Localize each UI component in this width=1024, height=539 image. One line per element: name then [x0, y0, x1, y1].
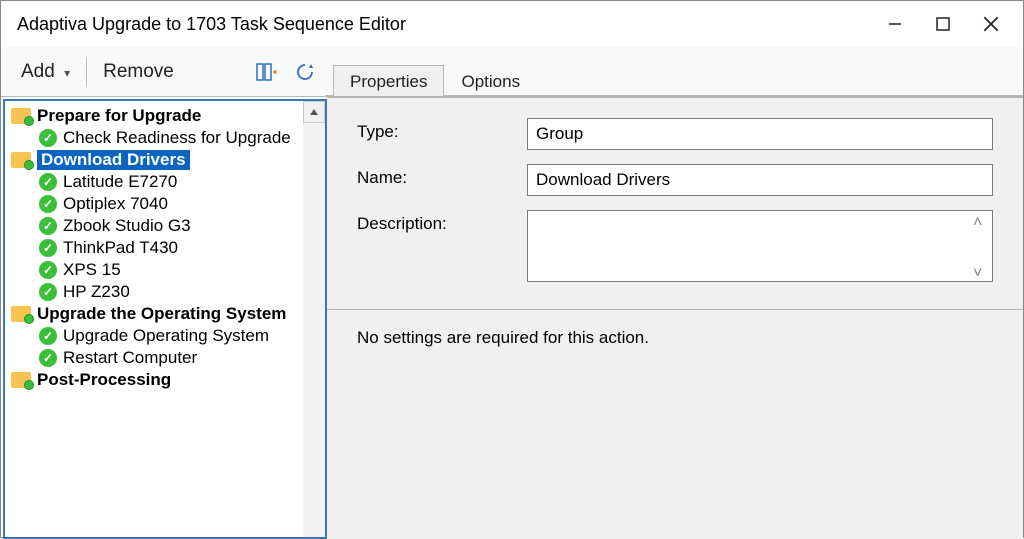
step-zbook-studio-g3[interactable]: ✓ Zbook Studio G3: [11, 215, 325, 237]
step-restart-computer[interactable]: ✓ Restart Computer: [11, 347, 325, 369]
check-icon: ✓: [39, 239, 57, 257]
step-hp-z230[interactable]: ✓ HP Z230: [11, 281, 325, 303]
tree-expand-icon[interactable]: [253, 58, 281, 86]
minimize-button[interactable]: [871, 5, 919, 43]
properties-panel: Type: Name: Description: ˄ ˅ No settings…: [327, 97, 1023, 539]
titlebar: Adaptiva Upgrade to 1703 Task Sequence E…: [1, 1, 1023, 47]
check-icon: ✓: [39, 195, 57, 213]
main: Prepare for Upgrade ✓ Check Readiness fo…: [1, 97, 1023, 539]
tab-options[interactable]: Options: [444, 65, 537, 96]
tab-options-label: Options: [461, 72, 520, 91]
step-check-readiness[interactable]: ✓ Check Readiness for Upgrade: [11, 127, 325, 149]
name-field[interactable]: [527, 164, 993, 196]
group-prepare-for-upgrade[interactable]: Prepare for Upgrade: [11, 105, 325, 127]
check-icon: ✓: [39, 173, 57, 191]
tab-properties[interactable]: Properties: [333, 65, 444, 96]
folder-icon: [11, 372, 31, 388]
folder-icon: [11, 306, 31, 322]
description-label: Description:: [357, 210, 527, 234]
window-title: Adaptiva Upgrade to 1703 Task Sequence E…: [17, 14, 871, 35]
tree-scrollbar[interactable]: [303, 101, 325, 537]
step-label: HP Z230: [63, 282, 130, 302]
maximize-button[interactable]: [919, 5, 967, 43]
step-label: Zbook Studio G3: [63, 216, 191, 236]
check-icon: ✓: [39, 129, 57, 147]
group-upgrade-os[interactable]: Upgrade the Operating System: [11, 303, 325, 325]
type-label: Type:: [357, 118, 527, 142]
step-latitude-e7270[interactable]: ✓ Latitude E7270: [11, 171, 325, 193]
name-label: Name:: [357, 164, 527, 188]
step-label: Latitude E7270: [63, 172, 177, 192]
step-label: XPS 15: [63, 260, 121, 280]
step-optiplex-7040[interactable]: ✓ Optiplex 7040: [11, 193, 325, 215]
group-label: Prepare for Upgrade: [37, 106, 201, 126]
info-text: No settings are required for this action…: [327, 310, 1023, 366]
group-label: Upgrade the Operating System: [37, 304, 286, 324]
remove-label: Remove: [103, 61, 174, 82]
refresh-icon[interactable]: [291, 58, 319, 86]
group-label: Download Drivers: [37, 150, 190, 170]
group-download-drivers[interactable]: Download Drivers: [11, 149, 325, 171]
step-label: ThinkPad T430: [63, 238, 178, 258]
close-button[interactable]: [967, 5, 1015, 43]
folder-icon: [11, 152, 31, 168]
add-label: Add: [21, 61, 55, 82]
check-icon: ✓: [39, 327, 57, 345]
remove-button[interactable]: Remove: [93, 55, 184, 89]
tabs: Properties Options: [325, 47, 1023, 96]
check-icon: ✓: [39, 261, 57, 279]
tab-properties-label: Properties: [350, 72, 427, 91]
scroll-up-icon[interactable]: [303, 101, 325, 123]
task-sequence-tree[interactable]: Prepare for Upgrade ✓ Check Readiness fo…: [3, 99, 327, 539]
chevron-down-icon: ▾: [64, 66, 70, 80]
group-post-processing[interactable]: Post-Processing: [11, 369, 325, 391]
step-label: Restart Computer: [63, 348, 197, 368]
check-icon: ✓: [39, 283, 57, 301]
description-field[interactable]: [527, 210, 993, 282]
group-label: Post-Processing: [37, 370, 171, 390]
type-field: [527, 118, 993, 150]
step-label: Check Readiness for Upgrade: [63, 128, 291, 148]
folder-icon: [11, 108, 31, 124]
toolbar-separator: [86, 58, 87, 86]
step-label: Optiplex 7040: [63, 194, 168, 214]
check-icon: ✓: [39, 349, 57, 367]
step-xps-15[interactable]: ✓ XPS 15: [11, 259, 325, 281]
step-label: Upgrade Operating System: [63, 326, 269, 346]
step-thinkpad-t430[interactable]: ✓ ThinkPad T430: [11, 237, 325, 259]
step-upgrade-operating-system[interactable]: ✓ Upgrade Operating System: [11, 325, 325, 347]
add-button[interactable]: Add ▾: [11, 55, 80, 89]
check-icon: ✓: [39, 217, 57, 235]
toolbar: Add ▾ Remove Properties Options: [1, 47, 1023, 97]
